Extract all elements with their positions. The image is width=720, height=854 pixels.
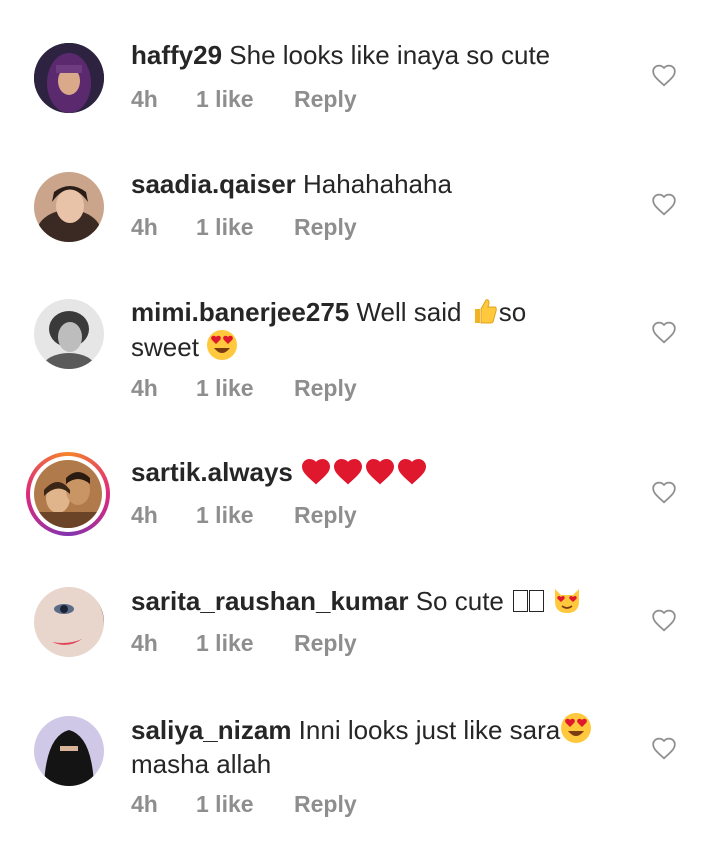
likes-count[interactable]: 1 like — [196, 214, 254, 241]
username[interactable]: saadia.qaiser — [131, 169, 296, 199]
username[interactable]: haffy29 — [131, 40, 222, 70]
heart-outline-icon[interactable] — [651, 192, 677, 216]
heart-outline-icon[interactable] — [651, 63, 677, 87]
heart-outline-icon[interactable] — [651, 320, 677, 344]
reply-button[interactable]: Reply — [294, 214, 357, 241]
unrendered-emoji-box-icon — [529, 590, 545, 612]
comment-text: sarita_raushan_kumar So cute — [131, 583, 621, 618]
likes-count[interactable]: 1 like — [196, 630, 254, 657]
avatar[interactable] — [34, 172, 104, 242]
comment-body-continued: masha allah — [131, 749, 272, 779]
timestamp: 4h — [131, 502, 158, 528]
comment-body-continued: so — [498, 297, 527, 327]
reply-button[interactable]: Reply — [294, 375, 357, 402]
likes-count[interactable]: 1 like — [196, 375, 254, 402]
username[interactable]: mimi.banerjee275 — [131, 297, 349, 327]
heart-eyes-cat-emoji-icon — [555, 589, 580, 613]
reply-button[interactable]: Reply — [294, 86, 357, 113]
comment-text: sartik.always — [131, 455, 621, 489]
heart-outline-icon[interactable] — [651, 608, 677, 632]
unrendered-emoji-box-icon — [513, 590, 529, 612]
comment-text: mimi.banerjee275 Well said so sweet — [131, 295, 621, 364]
avatar[interactable] — [34, 299, 104, 369]
comment-body: Hahahahaha — [303, 169, 452, 199]
comment-body: Inni looks just like sara — [298, 715, 561, 745]
thumbs-up-emoji-icon — [474, 299, 497, 324]
likes-count[interactable]: 1 like — [196, 86, 254, 113]
heart-outline-icon[interactable] — [651, 480, 677, 504]
heart-eyes-emoji-icon — [561, 713, 592, 743]
comment-text: saliya_nizam Inni looks just like sara m… — [131, 712, 621, 781]
comment-body: Well said — [356, 297, 462, 327]
timestamp: 4h — [131, 630, 158, 656]
timestamp: 4h — [131, 791, 158, 817]
comment-body: She looks like inaya so cute — [229, 40, 551, 70]
avatar[interactable] — [34, 587, 104, 657]
username[interactable]: sarita_raushan_kumar — [131, 586, 408, 616]
comment-body: So cute — [415, 586, 504, 616]
reply-button[interactable]: Reply — [294, 791, 357, 818]
avatar[interactable] — [34, 43, 104, 113]
likes-count[interactable]: 1 like — [196, 791, 254, 818]
timestamp: 4h — [131, 86, 158, 112]
red-heart-emoji-icon — [366, 459, 395, 485]
red-heart-emoji-icon — [302, 459, 331, 485]
red-heart-emoji-icon — [334, 459, 363, 485]
heart-outline-icon[interactable] — [651, 736, 677, 760]
username[interactable]: saliya_nizam — [131, 715, 291, 745]
heart-eyes-emoji-icon — [207, 330, 238, 360]
comment-text: saadia.qaiser Hahahahaha — [131, 167, 621, 201]
likes-count[interactable]: 1 like — [196, 502, 254, 529]
comment-body-continued: sweet — [131, 332, 199, 362]
timestamp: 4h — [131, 375, 158, 401]
reply-button[interactable]: Reply — [294, 502, 357, 529]
comment-text: haffy29 She looks like inaya so cute — [131, 38, 621, 72]
avatar-with-story-ring[interactable] — [26, 452, 110, 536]
red-heart-emoji-icon — [398, 459, 427, 485]
username[interactable]: sartik.always — [131, 457, 293, 487]
reply-button[interactable]: Reply — [294, 630, 357, 657]
timestamp: 4h — [131, 214, 158, 240]
avatar[interactable] — [34, 716, 104, 786]
